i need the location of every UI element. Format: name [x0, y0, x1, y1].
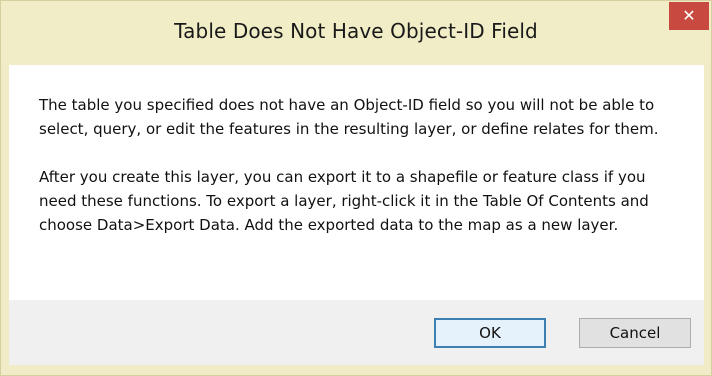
message-paragraph-1: The table you specified does not have an…	[39, 96, 659, 138]
dialog-window: Table Does Not Have Object-ID Field ✕ Th…	[0, 0, 712, 376]
close-button[interactable]: ✕	[669, 2, 709, 30]
ok-button[interactable]: OK	[434, 318, 546, 348]
message-text: The table you specified does not have an…	[39, 93, 679, 261]
cancel-button[interactable]: Cancel	[579, 318, 691, 348]
dialog-title: Table Does Not Have Object-ID Field	[174, 19, 538, 43]
title-bar[interactable]: Table Does Not Have Object-ID Field ✕	[1, 1, 711, 65]
dialog-content: The table you specified does not have an…	[9, 65, 704, 365]
message-paragraph-2: After you create this layer, you can exp…	[39, 168, 649, 234]
close-icon: ✕	[682, 6, 696, 25]
button-bar: OK Cancel	[9, 300, 704, 365]
